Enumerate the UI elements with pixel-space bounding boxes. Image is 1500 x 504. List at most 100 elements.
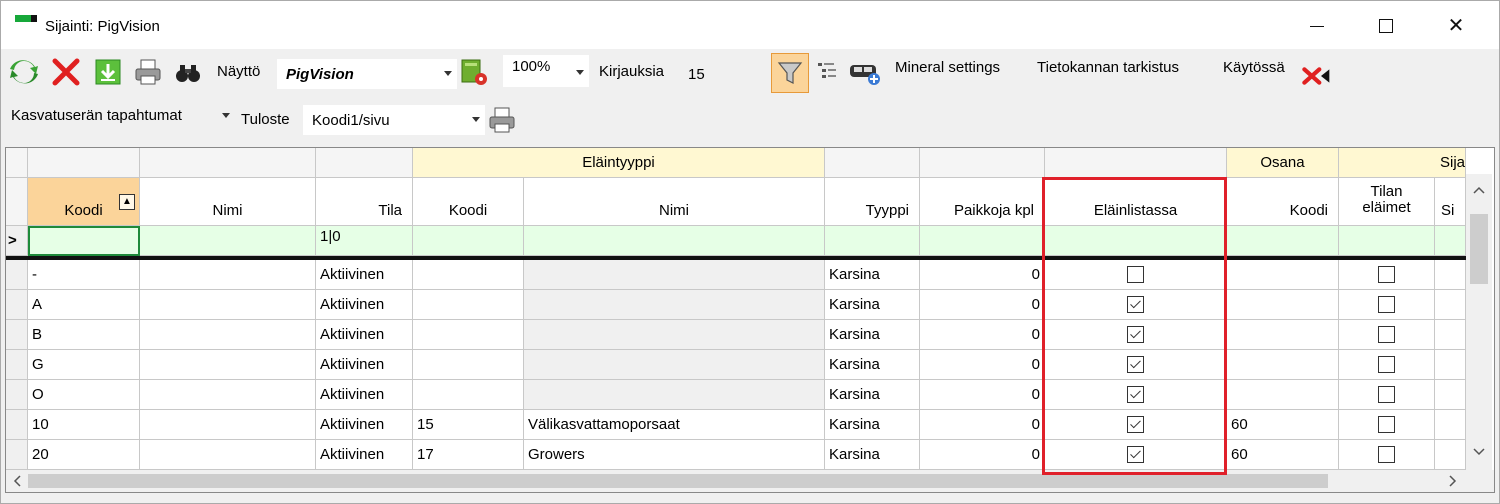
cell-osana[interactable] — [1227, 380, 1339, 410]
cell-et-koodi[interactable] — [413, 380, 524, 410]
vertical-scrollbar[interactable] — [1466, 174, 1492, 470]
horizontal-scroll-thumb[interactable] — [28, 474, 1328, 488]
cell-nimi[interactable] — [140, 440, 316, 470]
header-et-koodi[interactable]: Koodi — [413, 178, 524, 226]
cell-tyyppi[interactable]: Karsina — [825, 350, 920, 380]
tilan-elaimet-checkbox[interactable] — [1378, 266, 1395, 283]
delete-icon[interactable] — [51, 57, 81, 87]
cell-et-koodi[interactable]: 17 — [413, 440, 524, 470]
cell-et-koodi[interactable] — [413, 320, 524, 350]
mineral-settings-button[interactable]: Mineral settings — [895, 59, 1000, 76]
cell-koodi[interactable]: A — [28, 290, 140, 320]
tilan-elaimet-checkbox[interactable] — [1378, 356, 1395, 373]
cell-osana[interactable] — [1227, 260, 1339, 290]
cell-tila[interactable]: Aktiivinen — [316, 440, 413, 470]
scroll-right-icon[interactable] — [1444, 470, 1460, 492]
cell-koodi[interactable]: 10 — [28, 410, 140, 440]
close-button[interactable]: ✕ — [1433, 9, 1479, 43]
download-icon[interactable] — [93, 57, 123, 87]
cell-koodi[interactable]: B — [28, 320, 140, 350]
cell-tyyppi[interactable]: Karsina — [825, 290, 920, 320]
tilan-elaimet-checkbox[interactable] — [1378, 446, 1395, 463]
tree-view-icon[interactable] — [815, 57, 839, 87]
filter-partial-input[interactable] — [1435, 226, 1466, 256]
cell-paikkoja[interactable]: 0 — [920, 320, 1045, 350]
cell-osana[interactable] — [1227, 320, 1339, 350]
scroll-down-icon[interactable] — [1466, 444, 1492, 460]
kirjauksia-input[interactable]: 15 — [679, 57, 761, 91]
cell-koodi[interactable]: - — [28, 260, 140, 290]
cell-et-koodi[interactable]: 15 — [413, 410, 524, 440]
cell-tyyppi[interactable]: Karsina — [825, 260, 920, 290]
cell-osana[interactable]: 60 — [1227, 410, 1339, 440]
print-icon[interactable] — [133, 57, 163, 87]
maximize-button[interactable] — [1363, 9, 1409, 43]
cell-koodi[interactable]: G — [28, 350, 140, 380]
settings-report-icon[interactable] — [459, 57, 489, 87]
naytto-select[interactable]: PigVision — [277, 59, 457, 89]
cell-et-nimi[interactable] — [524, 380, 825, 410]
header-koodi[interactable]: Koodi ▲ — [28, 178, 140, 226]
cell-et-nimi[interactable] — [524, 320, 825, 350]
tilan-elaimet-checkbox[interactable] — [1378, 386, 1395, 403]
filter-osana-input[interactable] — [1227, 226, 1339, 256]
scroll-left-icon[interactable] — [10, 470, 26, 492]
header-osana-koodi[interactable]: Koodi — [1227, 178, 1339, 226]
cell-koodi[interactable]: O — [28, 380, 140, 410]
filter-et-koodi-input[interactable] — [413, 226, 524, 256]
cell-et-nimi[interactable]: Growers — [524, 440, 825, 470]
cell-paikkoja[interactable]: 0 — [920, 350, 1045, 380]
cell-et-nimi[interactable] — [524, 260, 825, 290]
cell-koodi[interactable]: 20 — [28, 440, 140, 470]
cell-paikkoja[interactable]: 0 — [920, 440, 1045, 470]
cell-et-koodi[interactable] — [413, 350, 524, 380]
header-tyyppi[interactable]: Tyyppi — [825, 178, 920, 226]
header-tilan-elaimet[interactable]: Tilan eläimet — [1339, 178, 1435, 226]
cell-tila[interactable]: Aktiivinen — [316, 290, 413, 320]
cell-paikkoja[interactable]: 0 — [920, 290, 1045, 320]
filter-et-nimi-input[interactable] — [524, 226, 825, 256]
filter-tilan-elaimet-input[interactable] — [1339, 226, 1435, 256]
cell-nimi[interactable] — [140, 320, 316, 350]
scroll-up-icon[interactable] — [1466, 182, 1492, 198]
cell-nimi[interactable] — [140, 410, 316, 440]
header-et-nimi[interactable]: Nimi — [524, 178, 825, 226]
cell-tila[interactable]: Aktiivinen — [316, 350, 413, 380]
filter-paikkoja-input[interactable] — [920, 226, 1045, 256]
vertical-scroll-thumb[interactable] — [1470, 214, 1488, 284]
cell-nimi[interactable] — [140, 350, 316, 380]
horizontal-scrollbar[interactable] — [6, 470, 1494, 492]
minimize-button[interactable] — [1293, 9, 1339, 43]
cell-et-koodi[interactable] — [413, 290, 524, 320]
cell-osana[interactable] — [1227, 350, 1339, 380]
cancel-icon[interactable] — [1301, 61, 1331, 91]
cell-et-nimi[interactable]: Välikasvattamoporsaat — [524, 410, 825, 440]
cell-nimi[interactable] — [140, 260, 316, 290]
header-tila[interactable]: Tila — [316, 178, 413, 226]
add-vehicle-icon[interactable] — [847, 57, 883, 87]
cell-tyyppi[interactable]: Karsina — [825, 440, 920, 470]
filter-tila-input[interactable]: 1|0 — [316, 226, 413, 256]
header-partial[interactable]: Si — [1435, 178, 1466, 226]
tietokannan-tarkistus-button[interactable]: Tietokannan tarkistus — [1037, 59, 1179, 76]
cell-tila[interactable]: Aktiivinen — [316, 380, 413, 410]
cell-et-nimi[interactable] — [524, 350, 825, 380]
filter-tyyppi-input[interactable] — [825, 226, 920, 256]
kasvatuseran-tapahtumat-menu[interactable]: Kasvatuserän tapahtumat — [11, 107, 182, 124]
cell-nimi[interactable] — [140, 380, 316, 410]
cell-tila[interactable]: Aktiivinen — [316, 320, 413, 350]
cell-paikkoja[interactable]: 0 — [920, 260, 1045, 290]
filter-button[interactable] — [771, 53, 809, 93]
cell-tyyppi[interactable]: Karsina — [825, 410, 920, 440]
header-nimi[interactable]: Nimi — [140, 178, 316, 226]
tilan-elaimet-checkbox[interactable] — [1378, 326, 1395, 343]
tilan-elaimet-checkbox[interactable] — [1378, 296, 1395, 313]
cell-et-koodi[interactable] — [413, 260, 524, 290]
cell-osana[interactable]: 60 — [1227, 440, 1339, 470]
cell-tyyppi[interactable]: Karsina — [825, 320, 920, 350]
print-report-icon[interactable] — [487, 105, 517, 135]
header-paikkoja[interactable]: Paikkoja kpl — [920, 178, 1045, 226]
binoculars-icon[interactable] — [173, 57, 203, 87]
cell-et-nimi[interactable] — [524, 290, 825, 320]
cell-paikkoja[interactable]: 0 — [920, 410, 1045, 440]
